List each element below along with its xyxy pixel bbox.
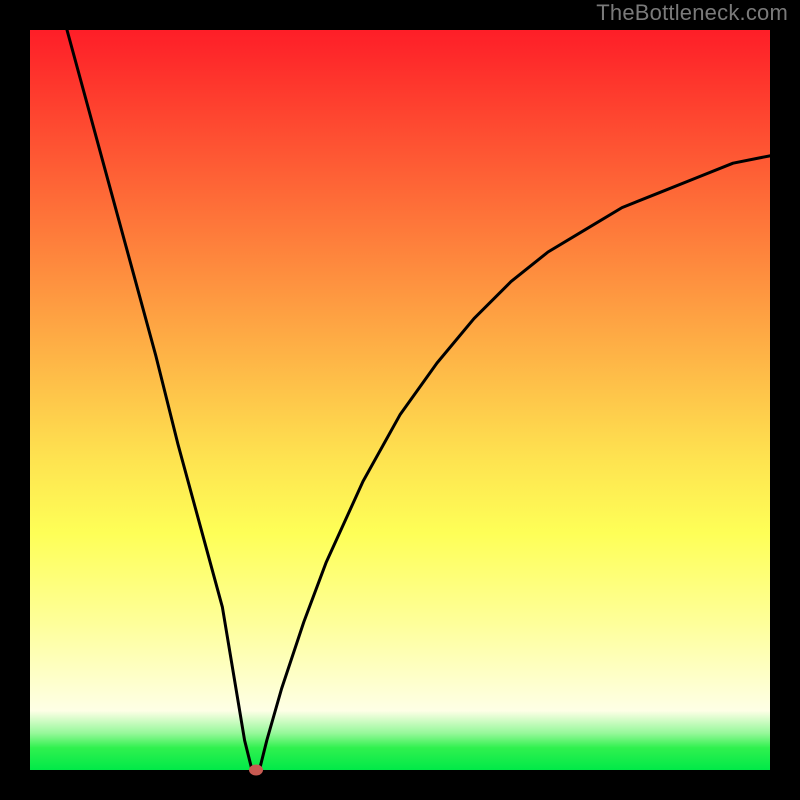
chart-frame: TheBottleneck.com [0, 0, 800, 800]
watermark-text: TheBottleneck.com [596, 0, 788, 26]
plot-area [30, 30, 770, 770]
optimum-point-marker [249, 765, 263, 776]
curve-svg [30, 30, 770, 770]
bottleneck-curve-path [67, 30, 770, 770]
